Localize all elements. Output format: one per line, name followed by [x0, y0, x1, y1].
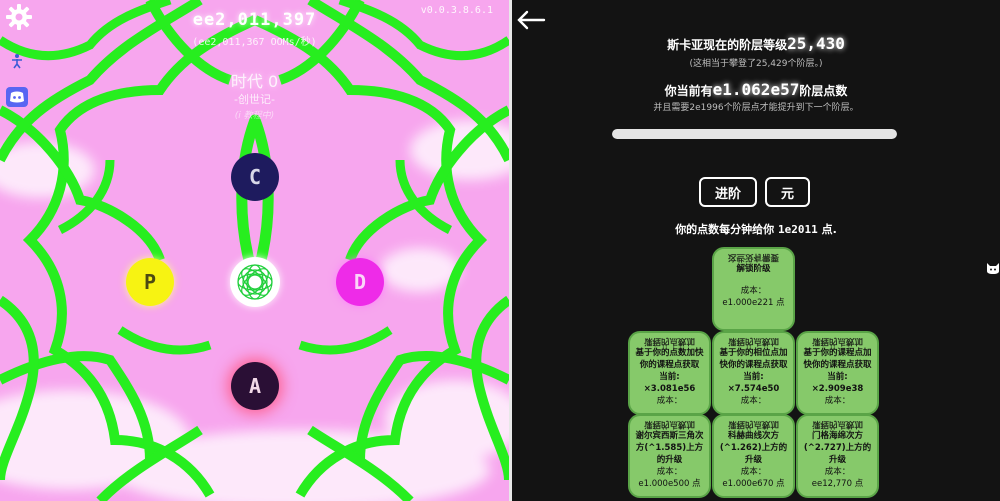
card-cost-label: 成本：: [824, 396, 851, 406]
rank-panel: 斯卡亚现在的阶层等级25,430 (这相当于攀登了25,429个阶层。) 你当前…: [512, 0, 1000, 501]
card-flipped-text: 课程的点数加: [811, 419, 863, 429]
upgrade-card-unlock[interactable]: 这些没有需要 解锁阶级 成本： e1.000e221 点: [712, 247, 795, 331]
game-canvas: ee2,011,397 (ee2,011,367 OOMs/秒) v0.0.3.…: [0, 0, 509, 501]
era-title: 时代 0: [230, 72, 279, 91]
card-cost-label: 成本：: [656, 467, 683, 477]
back-arrow-icon[interactable]: [516, 8, 546, 32]
node-p-button[interactable]: P: [126, 258, 174, 306]
node-a-button[interactable]: A: [231, 362, 279, 410]
card-line: 解锁阶级: [736, 264, 771, 274]
card-cost: e1.000e670 点: [722, 479, 785, 489]
card-cost-label: 成本：: [740, 286, 767, 296]
fractal-sphere-icon: [237, 264, 273, 300]
card-line: 当前:: [827, 372, 848, 382]
rank-subtext: (这相当于攀登了25,429个阶层。): [689, 59, 823, 69]
rank-points-line: 你当前有e1.062e57阶层点数: [512, 80, 1000, 99]
era-hint: (i 教程中): [234, 111, 275, 121]
cat-icon[interactable]: [986, 260, 1000, 274]
rank-points-value: e1.062e57: [712, 80, 800, 99]
card-flipped-text: 课程的点数加: [643, 419, 695, 429]
points-suffix: 阶层点数: [799, 84, 848, 98]
person-icon[interactable]: [9, 53, 25, 69]
rank-value: 25,430: [787, 34, 845, 53]
points-prefix: 你当前有: [664, 84, 713, 98]
card-line: 谢尔宾西斯三角次方(^1.585)上方的升级: [635, 431, 704, 465]
upgrade-card[interactable]: 课程的点数加 门格海绵次方(^2.727)上方的升级 成本： ee12,770 …: [796, 414, 879, 498]
card-line: 基于你的课程点加快你的课程点获取: [803, 348, 872, 370]
card-flipped-text: 这些没有需要: [727, 252, 779, 262]
rank-prefix: 斯卡亚现在的阶层等级: [667, 38, 788, 52]
card-line: 当前:: [659, 372, 680, 382]
version-label: v0.0.3.8.6.1: [420, 5, 493, 16]
points-rate: (ee2,011,367 OOMs/秒): [192, 37, 317, 48]
upgrade-card[interactable]: 课程的点数加 科赫曲线次方(^1.262)上方的升级 成本： e1.000e67…: [712, 414, 795, 498]
advance-button[interactable]: 进阶: [699, 177, 757, 207]
upgrade-card[interactable]: 课程的点数加 基于你的相位点加快你的课程点获取 当前: ×7.574e50 成本…: [712, 331, 795, 415]
card-cost-label: 成本：: [740, 467, 767, 477]
card-flipped-text: 课程的点数加: [643, 336, 695, 346]
element-button[interactable]: 元: [765, 177, 810, 207]
card-flipped-text: 课程的点数加: [727, 336, 779, 346]
gain-suffix: 点.: [821, 223, 837, 236]
gain-prefix: 你的点数每分钟给你: [675, 223, 775, 236]
card-line: 当前:: [743, 372, 764, 382]
card-line: 基于你的点数加快你的课程点获取: [635, 348, 704, 370]
card-cost: e1.000e500 点: [638, 479, 701, 489]
center-fractal-button[interactable]: [230, 257, 280, 307]
card-cost-label: 成本：: [740, 396, 767, 406]
card-line: 门格海绵次方(^2.727)上方的升级: [803, 431, 872, 465]
rank-progress-fill: [612, 129, 897, 139]
upgrade-card[interactable]: 课程的点数加 基于你的点数加快你的课程点获取 当前: ×3.081e56 成本：: [628, 331, 711, 415]
card-cost-label: 成本：: [824, 467, 851, 477]
upgrade-card[interactable]: 课程的点数加 基于你的课程点加快你的课程点获取 当前: ×2.909e38 成本…: [796, 331, 879, 415]
node-c-button[interactable]: C: [231, 153, 279, 201]
rank-progress-bar: [612, 129, 897, 139]
rank-points-subtext: 并且需要2e1996个阶层点才能提升到下一个阶层。: [653, 103, 859, 113]
card-line: ×2.909e38: [811, 384, 864, 394]
rank-line: 斯卡亚现在的阶层等级25,430: [512, 34, 1000, 53]
card-line: ×3.081e56: [643, 384, 696, 394]
card-line: 科赫曲线次方(^1.262)上方的升级: [719, 431, 788, 465]
node-d-button[interactable]: D: [336, 258, 384, 306]
card-flipped-text: 课程的点数加: [811, 336, 863, 346]
era-subtitle: -创世记-: [234, 93, 275, 106]
card-cost: ee12,770 点: [811, 479, 864, 489]
upgrade-card[interactable]: 课程的点数加 谢尔宾西斯三角次方(^1.585)上方的升级 成本： e1.000…: [628, 414, 711, 498]
card-flipped-text: 课程的点数加: [727, 419, 779, 429]
gain-value: 1e2011: [778, 223, 818, 236]
points-gain-line: 你的点数每分钟给你 1e2011 点.: [512, 221, 1000, 237]
card-line: 基于你的相位点加快你的课程点获取: [719, 348, 788, 370]
card-cost-label: 成本：: [656, 396, 683, 406]
card-cost: e1.000e221 点: [722, 298, 785, 308]
card-line: ×7.574e50: [727, 384, 780, 394]
